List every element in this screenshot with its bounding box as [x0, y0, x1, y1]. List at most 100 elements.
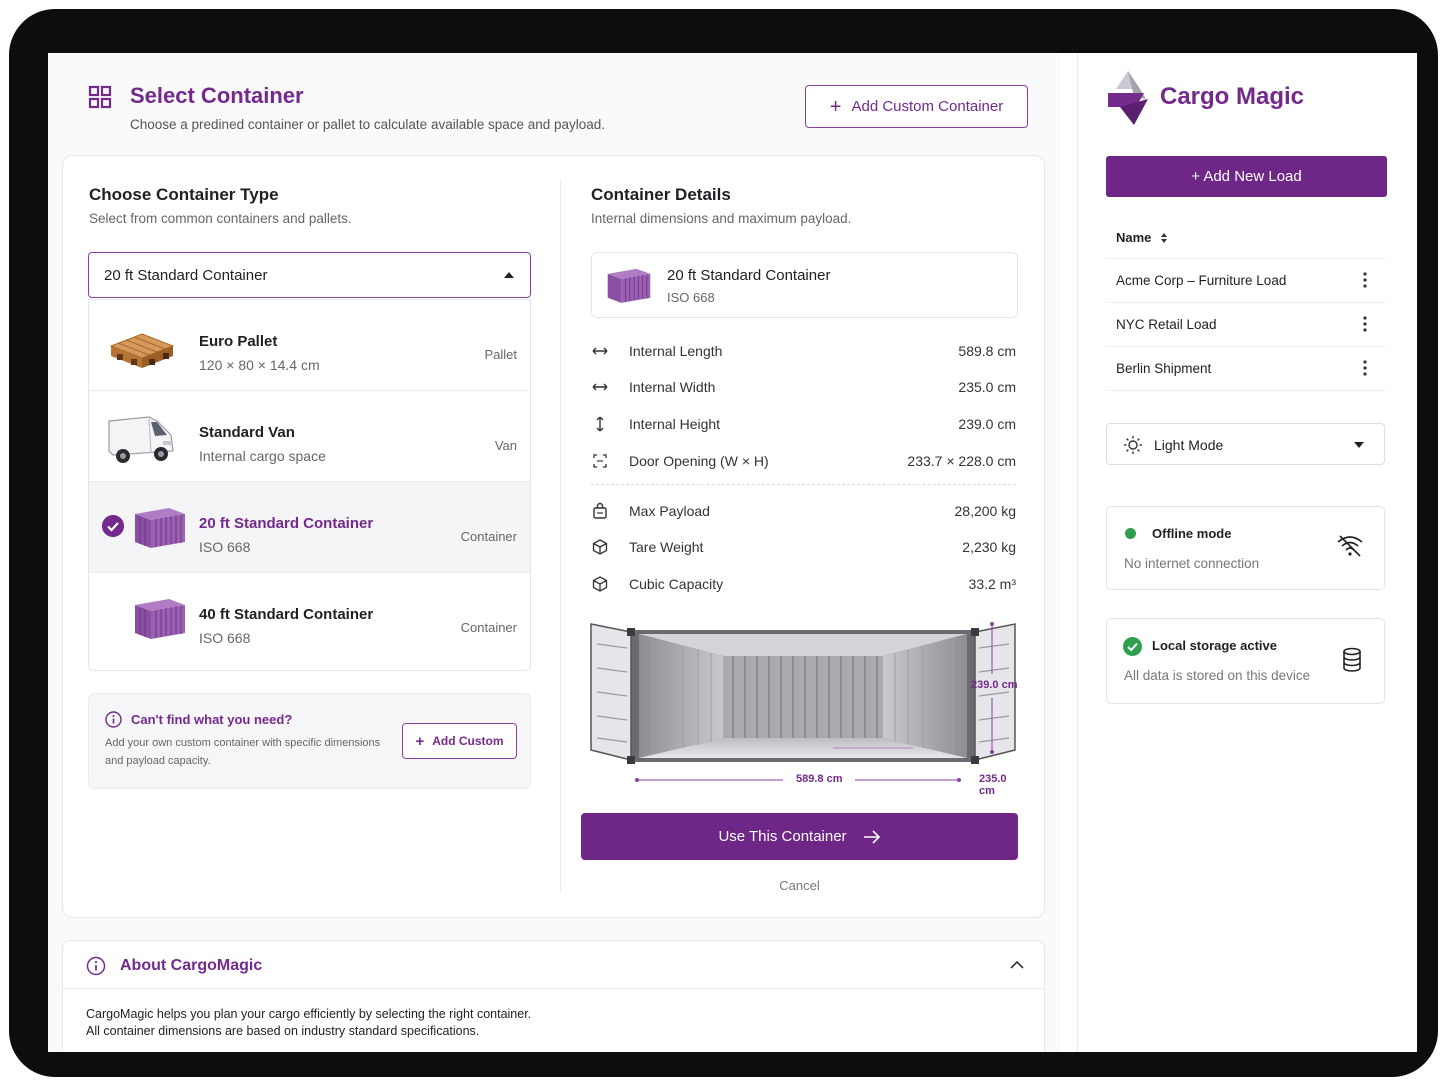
pallet-icon — [109, 333, 175, 368]
spec-label: Internal Length — [629, 343, 723, 359]
more-vertical-icon[interactable] — [1363, 315, 1367, 333]
container-interior-illustration — [590, 622, 1016, 782]
details-title: Container Details — [591, 185, 731, 204]
cube-icon — [592, 576, 608, 592]
spec-max-payload: Max Payload 28,200 kg — [591, 501, 1016, 523]
option-40ft-container[interactable]: 40 ft Standard Container ISO 668 Contain… — [89, 573, 530, 664]
spec-internal-height: Internal Height 239.0 cm — [591, 414, 1016, 436]
option-euro-pallet[interactable]: Euro Pallet 120 × 80 × 14.4 cm Pallet — [89, 300, 530, 391]
container-icon — [607, 268, 651, 303]
info-icon — [86, 956, 106, 976]
add-custom-container-label: Add Custom Container — [851, 98, 1004, 115]
chevron-up-icon[interactable] — [1010, 960, 1024, 969]
spec-value: 239.0 cm — [958, 416, 1016, 432]
help-title: Can't find what you need? — [131, 712, 293, 727]
more-vertical-icon[interactable] — [1363, 271, 1367, 289]
container-options-list: Euro Pallet 120 × 80 × 14.4 cm Pallet St… — [88, 299, 531, 671]
container-dimension-diagram: 589.8 cm 235.0 cm 239.0 cm — [583, 618, 1023, 798]
horizontal-arrows-icon — [592, 383, 608, 391]
load-row[interactable]: NYC Retail Load — [1106, 303, 1385, 347]
container-icon — [135, 599, 185, 639]
info-icon — [105, 711, 122, 728]
add-new-load-button[interactable]: + Add New Load — [1106, 156, 1387, 197]
option-desc: ISO 668 — [199, 630, 251, 646]
cube-icon — [592, 539, 608, 555]
select-value: 20 ft Standard Container — [104, 266, 268, 284]
add-custom-button[interactable]: + Add Custom — [402, 723, 517, 759]
spec-label: Internal Height — [629, 416, 721, 432]
option-standard-van[interactable]: Standard Van Internal cargo space Van — [89, 391, 530, 482]
add-custom-container-button[interactable]: + Add Custom Container — [805, 85, 1028, 128]
option-desc: ISO 668 — [199, 539, 251, 555]
option-tag: Van — [494, 438, 517, 453]
storage-status-card: Local storage active All data is stored … — [1106, 618, 1385, 704]
load-row[interactable]: Acme Corp – Furniture Load — [1106, 259, 1385, 303]
dimension-length-label: 589.8 cm — [796, 773, 843, 785]
option-name: Standard Van — [199, 424, 295, 441]
van-icon — [108, 416, 174, 463]
caret-up-icon — [504, 272, 514, 278]
spec-internal-width: Internal Width 235.0 cm — [591, 377, 1016, 399]
spec-value: 233.7 × 228.0 cm — [907, 453, 1016, 469]
option-name: 40 ft Standard Container — [199, 606, 374, 623]
summary-standard: ISO 668 — [667, 290, 715, 305]
choose-title: Choose Container Type — [89, 185, 279, 204]
grid-icon — [88, 85, 112, 109]
spec-value: 33.2 m³ — [968, 576, 1016, 592]
selection-card: Choose Container Type Select from common… — [62, 155, 1045, 918]
cancel-link[interactable]: Cancel — [581, 878, 1018, 893]
caret-down-icon — [1354, 442, 1364, 448]
spec-internal-length: Internal Length 589.8 cm — [591, 341, 1016, 363]
about-title: About CargoMagic — [120, 957, 263, 974]
load-name: NYC Retail Load — [1116, 317, 1217, 332]
spec-label: Tare Weight — [629, 539, 704, 555]
spec-tare-weight: Tare Weight 2,230 kg — [591, 537, 1016, 559]
spec-door-opening: Door Opening (W × H) 233.7 × 228.0 cm — [591, 451, 1016, 473]
divider — [591, 484, 1016, 485]
more-vertical-icon[interactable] — [1363, 359, 1367, 377]
main-panel: Select Container Choose a predined conta… — [48, 53, 1060, 1052]
option-tag: Container — [460, 620, 517, 635]
load-row[interactable]: Berlin Shipment — [1106, 347, 1385, 391]
storage-title: Local storage active — [1152, 638, 1277, 653]
sort-icon — [1161, 233, 1167, 243]
spec-value: 589.8 cm — [958, 343, 1016, 359]
sun-icon — [1124, 436, 1142, 454]
spec-cubic-capacity: Cubic Capacity 33.2 m³ — [591, 574, 1016, 596]
door-frame-icon — [593, 454, 607, 468]
option-desc: Internal cargo space — [199, 448, 326, 464]
offline-subtitle: No internet connection — [1124, 556, 1260, 571]
loads-table-header[interactable]: Name — [1106, 217, 1385, 259]
about-line: All container dimensions are based on in… — [86, 1024, 480, 1038]
theme-select[interactable]: Light Mode — [1106, 423, 1385, 465]
theme-value: Light Mode — [1154, 437, 1224, 453]
help-text: Add your own custom container with speci… — [105, 737, 381, 767]
spec-label: Cubic Capacity — [629, 576, 724, 592]
option-tag: Container — [460, 529, 517, 544]
brand-name: Cargo Magic — [1160, 83, 1305, 110]
cargo-magic-logo — [1108, 71, 1148, 125]
spec-label: Max Payload — [629, 503, 710, 519]
details-subtitle: Internal dimensions and maximum payload. — [591, 211, 852, 226]
custom-help-box: Can't find what you need? Add your own c… — [88, 693, 531, 789]
weight-icon — [593, 502, 607, 519]
storage-subtitle: All data is stored on this device — [1124, 668, 1311, 683]
page-title: Select Container — [130, 83, 304, 108]
plus-icon: + — [415, 732, 425, 750]
option-name: Euro Pallet — [199, 333, 278, 350]
container-type-select[interactable]: 20 ft Standard Container — [88, 252, 531, 298]
option-tag: Pallet — [484, 347, 517, 362]
about-header[interactable]: About CargoMagic — [63, 941, 1044, 989]
check-circle-icon — [1123, 637, 1142, 656]
page-subtitle: Choose a predined container or pallet to… — [130, 117, 606, 132]
wifi-off-icon — [1337, 535, 1363, 557]
use-this-container-button[interactable]: Use This Container — [581, 813, 1018, 860]
about-line: CargoMagic helps you plan your cargo eff… — [86, 1007, 532, 1021]
status-dot-icon — [1125, 528, 1136, 539]
sidebar: Cargo Magic + Add New Load Name Acme Cor… — [1077, 53, 1417, 1052]
about-body: CargoMagic helps you plan your cargo eff… — [86, 1006, 531, 1040]
spec-value: 28,200 kg — [954, 503, 1017, 519]
option-20ft-container[interactable]: 20 ft Standard Container ISO 668 Contain… — [89, 482, 530, 573]
database-icon — [1343, 647, 1361, 672]
spec-label: Door Opening (W × H) — [629, 453, 769, 469]
